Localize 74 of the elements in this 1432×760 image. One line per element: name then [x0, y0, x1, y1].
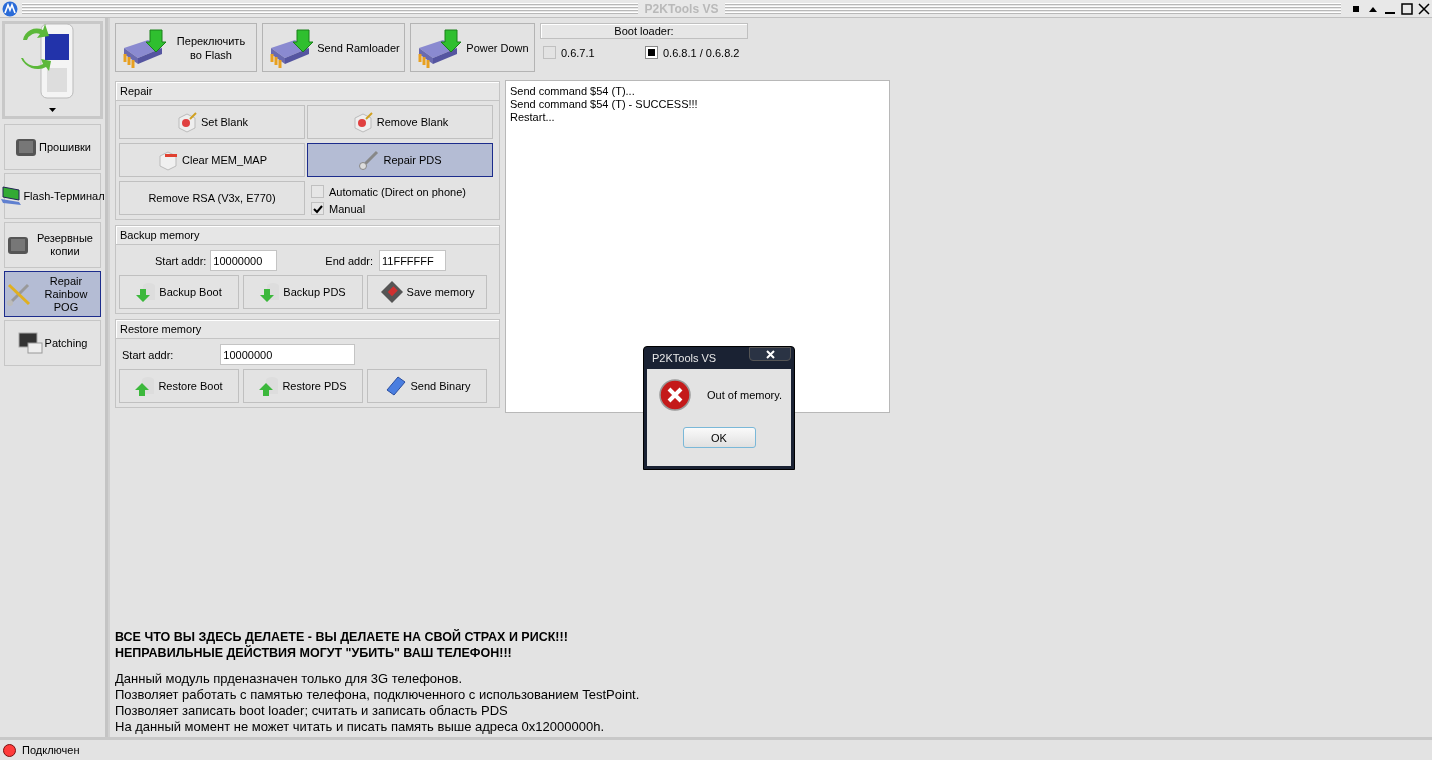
- tools-icon: [6, 281, 32, 307]
- dialog-message: Out of memory.: [707, 389, 782, 401]
- radio-button[interactable]: [645, 46, 658, 59]
- cube-spark-icon: [175, 111, 198, 133]
- address-field[interactable]: 10000000: [210, 250, 278, 271]
- action-button[interactable]: Restore PDS: [243, 369, 363, 403]
- download-arrow-icon: [260, 281, 281, 303]
- option-label: Automatic (Direct on phone): [329, 185, 466, 198]
- description-text: Позволяет записать boot loader; считать и записать область PDS: [115, 703, 508, 719]
- field-label: End addr:: [325, 254, 373, 267]
- close-icon: [1417, 2, 1430, 15]
- log-line: Send command $54 (T) - SUCCESS!!!: [510, 98, 698, 111]
- address-field[interactable]: 11FFFFFF: [379, 250, 446, 271]
- error-icon: [659, 379, 691, 411]
- action-button[interactable]: Backup PDS: [243, 275, 363, 309]
- device-menu-button[interactable]: [2, 21, 103, 119]
- group-title: Backup memory: [116, 226, 499, 245]
- action-button[interactable]: Save memory: [367, 275, 487, 309]
- sidebar-item[interactable]: Резервные копии: [4, 222, 101, 268]
- action-button[interactable]: Restore Boot: [119, 369, 239, 403]
- description-text: Данный модуль прденазначен только для 3G телефонов.: [115, 671, 463, 687]
- sidebar-item[interactable]: Repair Rainbow POG: [4, 271, 101, 317]
- warning-text: НЕПРАВИЛЬНЫЕ ДЕЙСТВИЯ МОГУТ "УБИТЬ" ВАШ ТЕЛЕФОН!!!: [115, 645, 512, 661]
- checkbox[interactable]: [311, 202, 324, 215]
- option-label: Manual: [329, 202, 366, 215]
- toolbar-button[interactable]: Power Down: [410, 23, 535, 72]
- close-button[interactable]: [749, 347, 791, 361]
- chip-icon: [14, 136, 39, 158]
- radio-button[interactable]: [543, 46, 556, 59]
- chip-icon: [6, 234, 30, 256]
- toolbar-button[interactable]: Переключить во Flash: [115, 23, 257, 72]
- action-button[interactable]: Backup Boot: [119, 275, 239, 309]
- field-label: Start addr:: [122, 348, 174, 361]
- caret-icon: [49, 108, 56, 112]
- brush-icon: [358, 149, 381, 171]
- minimize-icon: [1384, 12, 1395, 14]
- address-field[interactable]: 10000000: [220, 344, 356, 365]
- description-text: На данный момент не может читать и писать память выше адреса 0x12000000h.: [115, 719, 605, 735]
- cube-spark-icon: [351, 111, 374, 133]
- group-title: Restore memory: [116, 320, 499, 339]
- terminal-icon: [17, 331, 44, 355]
- upload-arrow-icon: [135, 375, 156, 397]
- dialog-title: P2KTools VS: [652, 352, 717, 364]
- maximize-button[interactable]: [1400, 2, 1413, 15]
- group-title: Repair: [116, 82, 499, 101]
- field-label: Start addr:: [155, 254, 207, 267]
- download-arrow-icon: [136, 281, 157, 303]
- action-button[interactable]: Set Blank: [119, 105, 305, 139]
- laptop-icon: [0, 184, 23, 208]
- checkmark-icon: [312, 203, 323, 214]
- description-text: Позволяет работать с памятью телефона, подключенного с использованием TestPoint.: [115, 687, 640, 703]
- close-icon: [765, 349, 775, 359]
- action-button[interactable]: Repair PDS: [307, 143, 493, 177]
- log-line: Restart...: [510, 111, 555, 124]
- upload-arrow-icon: [259, 375, 280, 397]
- checkbox[interactable]: [311, 185, 324, 198]
- toolbar-button[interactable]: Send Ramloader: [262, 23, 405, 72]
- close-button[interactable]: [1417, 2, 1430, 15]
- action-button[interactable]: Clear MEM_MAP: [119, 143, 305, 177]
- option-label: 0.6.8.1 / 0.6.8.2: [663, 46, 740, 59]
- status-text: Подключен: [22, 744, 80, 756]
- boot-loader-header: Boot loader:: [540, 23, 748, 39]
- option-label: 0.6.7.1: [561, 46, 595, 59]
- action-button[interactable]: Remove Blank: [307, 105, 493, 139]
- action-button[interactable]: Remove RSA (V3x, E770): [119, 181, 305, 215]
- app-logo-icon: [2, 0, 18, 17]
- maximize-icon: [1400, 2, 1413, 15]
- action-button[interactable]: Send Binary: [367, 369, 487, 403]
- log-line: Send command $54 (T)...: [510, 85, 635, 98]
- sidebar-item[interactable]: Прошивки: [4, 124, 101, 170]
- warning-text: ВСЕ ЧТО ВЫ ЗДЕСЬ ДЕЛАЕТЕ - ВЫ ДЕЛАЕТЕ НА СВОЙ СТРАХ И РИСК!!!: [115, 629, 568, 645]
- cube-icon: [157, 149, 179, 171]
- sidebar-item[interactable]: Patching: [4, 320, 101, 366]
- ok-button[interactable]: OK: [682, 427, 756, 448]
